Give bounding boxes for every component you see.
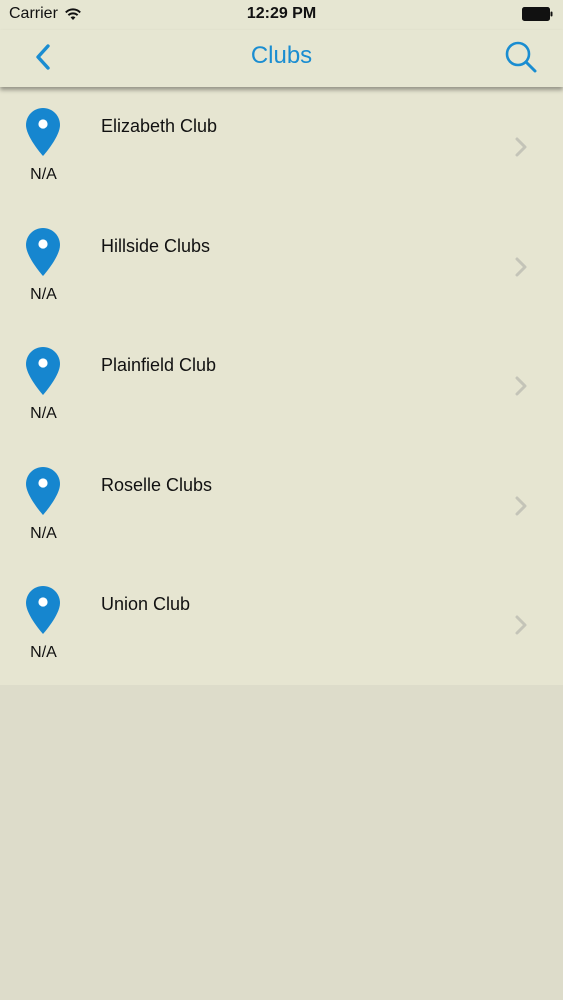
page-title: Clubs (250, 42, 313, 69)
list-item[interactable]: N/A Hillside Clubs (0, 207, 563, 327)
chevron-right-icon (515, 257, 527, 277)
list-item[interactable]: N/A Elizabeth Club (0, 87, 563, 207)
clubs-list: N/A Elizabeth Club N/A Hillside Clubs N/… (0, 87, 563, 685)
map-pin-icon (26, 586, 60, 635)
distance-label: N/A (30, 405, 57, 423)
distance-label: N/A (30, 524, 57, 542)
list-item[interactable]: N/A Union Club (0, 565, 563, 685)
club-name: Plainfield Club (101, 355, 217, 376)
club-name: Hillside Clubs (101, 235, 211, 256)
map-pin-icon (26, 108, 60, 156)
club-name: Elizabeth Club (101, 116, 218, 136)
battery-icon (522, 7, 553, 21)
list-item[interactable]: N/A Plainfield Club (0, 326, 563, 446)
status-bar: Carrier 12:29 PM (0, 0, 563, 30)
club-name: Roselle Clubs (101, 474, 213, 495)
chevron-right-icon (515, 376, 527, 396)
list-item[interactable]: N/A Roselle Clubs (0, 446, 563, 566)
distance-label: N/A (30, 644, 57, 662)
map-pin-icon (26, 466, 60, 515)
map-pin-icon (26, 227, 60, 276)
search-button[interactable] (503, 39, 539, 75)
status-time: 12:29 PM (246, 5, 317, 22)
distance-label: N/A (30, 166, 57, 183)
map-pin-icon (26, 347, 60, 396)
chevron-right-icon (515, 137, 527, 157)
search-icon (505, 41, 537, 73)
chevron-right-icon (515, 496, 527, 516)
navigation-bar: Clubs (0, 30, 563, 87)
chevron-right-icon (515, 615, 527, 635)
club-name: Union Club (101, 594, 191, 615)
distance-label: N/A (30, 285, 57, 303)
screen: Carrier 12:29 PM Clubs N/A Elizabeth Clu… (0, 0, 563, 1000)
